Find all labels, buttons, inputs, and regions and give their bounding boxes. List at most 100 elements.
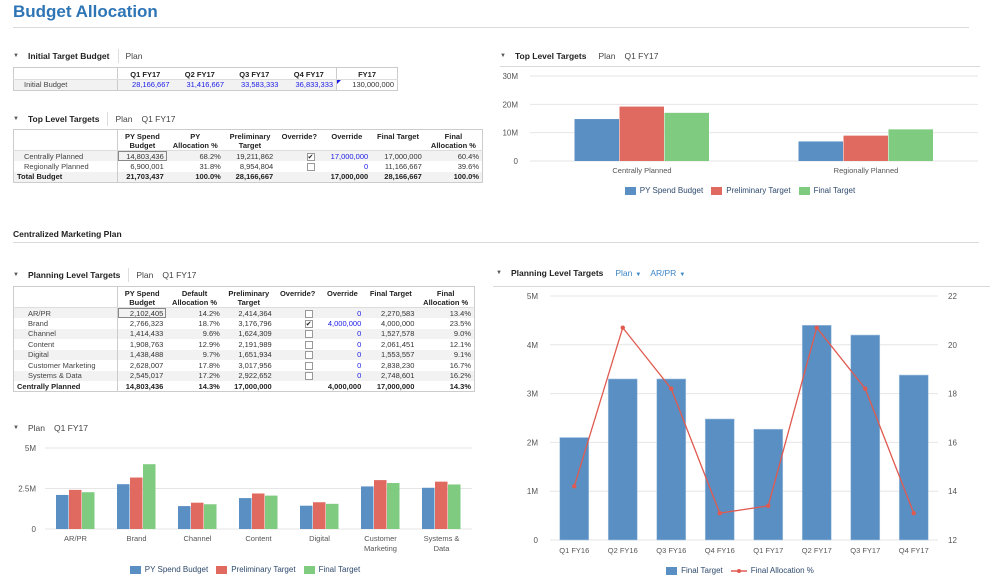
override-checkbox-cell[interactable] <box>274 370 321 381</box>
bar <box>56 494 69 529</box>
plan-by-category-chart: 0 2.5M 5M AR/PR Brand Channel Content Digital Cu… <box>18 444 472 553</box>
divider <box>117 49 119 63</box>
data-cell: 13.4% <box>417 307 475 318</box>
collapse-caret-icon[interactable]: ▼ <box>496 270 502 276</box>
data-cell: 16.7% <box>449 360 471 370</box>
planning-chart-legend: Final Target Final Allocation % <box>490 566 990 575</box>
planning-level-chart-header: ▼ Planning Level Targets Plan ▼ AR/PR ▼ <box>496 268 694 278</box>
data-cell: 21,703,437 <box>117 171 167 182</box>
data-cell[interactable]: 2,545,017 <box>117 370 167 381</box>
override-input[interactable]: 4,000,000 <box>321 318 365 329</box>
legend-item[interactable]: Preliminary Target <box>216 565 296 574</box>
page-title: Budget Allocation <box>13 2 158 21</box>
x-tick-label: Regionally Planned <box>834 166 899 175</box>
data-cell[interactable]: 1,438,488 <box>117 349 167 360</box>
legend-item[interactable]: PY Spend Budget <box>624 186 703 195</box>
override-checkbox-cell[interactable] <box>274 328 321 339</box>
override-input[interactable]: 0 <box>320 349 365 360</box>
top-level-chart-header: ▼ Top Level Targets Plan Q1 FY17 <box>500 51 667 61</box>
plan-dropdown[interactable]: Plan ▼ <box>615 268 641 278</box>
override-input[interactable]: 0 <box>320 307 365 318</box>
legend-item[interactable]: Final Target <box>666 566 723 575</box>
row-label: Centrally Planned <box>13 381 118 392</box>
data-cell[interactable]: 14,803,436 <box>117 150 167 161</box>
data-cell: 8,954,804 <box>239 161 274 171</box>
override-input[interactable]: 0 <box>321 339 365 350</box>
override-checkbox[interactable] <box>304 309 313 318</box>
data-cell[interactable]: 2,102,405 <box>117 307 167 318</box>
data-cell: 12.1% <box>449 339 471 349</box>
row-label: Initial Budget <box>13 79 118 90</box>
data-cell: 14,803,436 <box>125 381 164 391</box>
override-checkbox[interactable] <box>304 330 313 339</box>
override-checkbox[interactable] <box>304 351 313 360</box>
collapse-caret-icon[interactable]: ▼ <box>13 425 19 431</box>
bar <box>130 477 143 529</box>
data-cell[interactable]: 33,583,333 <box>227 79 282 90</box>
override-checkbox-cell[interactable] <box>276 161 322 172</box>
collapse-caret-icon[interactable]: ▼ <box>13 53 19 59</box>
override-input[interactable]: 0 <box>320 328 365 339</box>
data-cell: 3,176,796 <box>238 318 272 328</box>
data-cell: 3,017,956 <box>238 360 272 370</box>
override-input[interactable]: 17,000,000 <box>322 150 372 161</box>
initial-target-budget-table: Q1 FY17 Q2 FY17 Q3 FY17 Q4 FY17 FY17 Ini… <box>13 67 398 91</box>
collapse-caret-icon[interactable]: ▼ <box>13 272 19 278</box>
data-cell[interactable]: 6,900,001 <box>118 161 167 172</box>
override-checkbox[interactable] <box>304 372 313 381</box>
legend-item[interactable]: PY Spend Budget <box>129 565 208 574</box>
override-input[interactable]: 0 <box>323 161 372 172</box>
pov-plan: Plan <box>598 51 616 61</box>
override-input[interactable]: 0 <box>321 360 365 371</box>
collapse-caret-icon[interactable]: ▼ <box>500 53 506 59</box>
plan-chart-header: ▼ Plan Q1 FY17 <box>13 423 97 433</box>
section-title: Initial Target Budget <box>27 51 110 61</box>
data-cell: 16.2% <box>417 370 475 381</box>
data-cell[interactable]: 1,414,433 <box>117 328 167 339</box>
x-tick-label: Q4 FY16 <box>705 546 735 555</box>
data-cell: 2,838,230 <box>381 360 415 370</box>
bar <box>843 135 888 161</box>
row-label: Digital <box>13 349 118 360</box>
x-tick-label: Q4 FY17 <box>899 546 929 555</box>
member-dropdown[interactable]: AR/PR ▼ <box>650 268 685 278</box>
table-row: Centrally Planned 14,803,436 68.2% 19,21… <box>13 150 483 161</box>
data-cell: 1,651,934 <box>222 349 275 360</box>
col-header: PY Spend Budget <box>117 129 167 151</box>
override-checkbox[interactable] <box>304 340 313 349</box>
data-cell[interactable]: 28,166,667 <box>117 79 173 90</box>
col-header: Default Allocation % <box>166 286 223 308</box>
override-input[interactable]: 0 <box>320 370 365 381</box>
legend-item[interactable]: Final Target <box>303 565 360 574</box>
legend-swatch-green <box>798 186 810 195</box>
x-tick-label: Brand <box>126 534 146 543</box>
override-checkbox[interactable] <box>306 162 315 171</box>
override-checkbox-cell[interactable] <box>275 360 321 371</box>
pov-plan: Plan <box>125 51 143 61</box>
override-checkbox[interactable] <box>304 361 313 370</box>
data-cell[interactable]: 31,416,667 <box>172 79 228 90</box>
section-title: Top Level Targets <box>27 114 100 124</box>
y-tick-label: 5M <box>25 444 36 453</box>
collapse-caret-icon[interactable]: ▼ <box>13 116 19 122</box>
legend-item[interactable]: Final Allocation % <box>730 566 814 575</box>
chart-divider <box>500 66 980 67</box>
override-checkbox[interactable]: ✔ <box>306 152 315 161</box>
data-cell[interactable]: 2,766,323 <box>118 318 167 329</box>
override-checkbox-cell[interactable] <box>275 339 321 350</box>
data-cell[interactable]: 2,628,007 <box>118 360 167 371</box>
legend-item[interactable]: Preliminary Target <box>711 186 791 195</box>
data-cell[interactable]: 130,000,000 <box>336 79 398 90</box>
bar <box>82 492 95 529</box>
override-checkbox[interactable]: ✔ <box>304 319 313 328</box>
data-cell[interactable]: 1,908,763 <box>118 339 167 350</box>
y-tick-label: 20M <box>502 100 518 109</box>
legend-item[interactable]: Final Target <box>798 186 855 195</box>
data-cell: 9.7% <box>166 349 223 360</box>
override-checkbox-cell[interactable] <box>274 307 321 318</box>
section-title: Planning Level Targets <box>27 270 121 280</box>
override-checkbox-cell[interactable] <box>274 349 321 360</box>
override-checkbox-cell[interactable]: ✔ <box>275 318 321 329</box>
override-checkbox-cell[interactable]: ✔ <box>276 150 323 161</box>
data-cell[interactable]: 36,833,333 <box>281 79 337 90</box>
